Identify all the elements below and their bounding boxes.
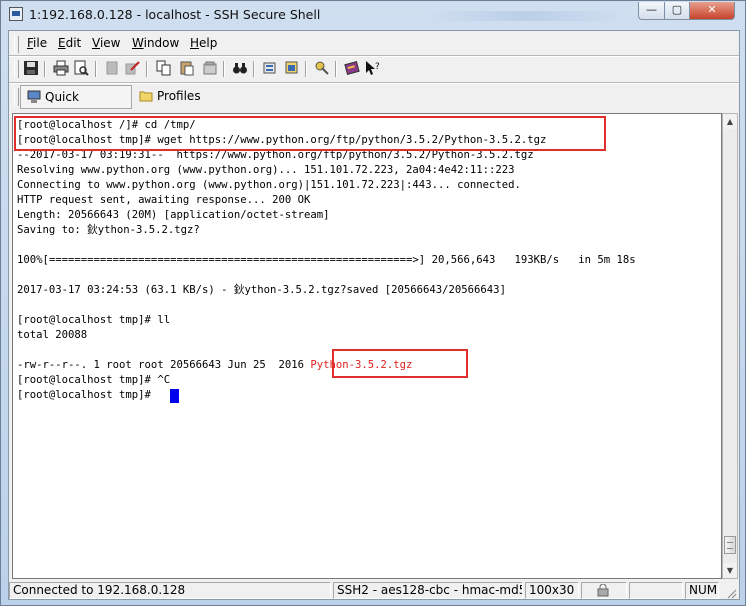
- quick-connect-button[interactable]: Quick Connect: [20, 85, 132, 126]
- profiles-button[interactable]: Profiles: [133, 85, 209, 109]
- ssh-window: 1:192.168.0.128 - localhost - SSH Secure…: [0, 0, 746, 606]
- paste-icon[interactable]: [178, 60, 196, 78]
- terminal-last-prompt: [root@localhost tmp]#: [17, 389, 158, 401]
- terminal-line: total 20088: [17, 329, 88, 341]
- transfer-lock-icon: [596, 583, 610, 598]
- settings-icon[interactable]: [261, 60, 279, 78]
- status-connection: Connected to 192.168.0.128: [9, 582, 331, 599]
- menu-view[interactable]: View: [92, 36, 120, 50]
- status-num: NUM: [685, 582, 719, 599]
- status-size: 100x30: [525, 582, 579, 599]
- toolbar-separator: [146, 61, 148, 77]
- terminal-line: 2017-03-17 03:24:53 (63.1 KB/s) - 鈥ython…: [17, 284, 506, 296]
- edit-disabled-icon[interactable]: [123, 60, 141, 78]
- menu-help[interactable]: Help: [190, 36, 217, 50]
- toolbar-separator: [223, 61, 225, 77]
- toolbar-separator: [305, 61, 307, 77]
- print-icon[interactable]: [52, 60, 70, 78]
- computer-icon: [27, 90, 41, 108]
- print-preview-icon[interactable]: [72, 60, 90, 78]
- paste-disabled-icon[interactable]: [103, 60, 121, 78]
- toolbar: ?: [9, 56, 739, 82]
- toolbar-separator: [95, 61, 97, 77]
- terminal-line: Connecting to www.python.org (www.python…: [17, 179, 521, 191]
- status-protocol: SSH2 - aes128-cbc - hmac-md5: [333, 582, 523, 599]
- quick-connect-bar: Quick Connect Profiles: [9, 83, 739, 126]
- title-blur-decoration: [426, 11, 626, 21]
- close-button[interactable]: ✕: [689, 2, 735, 20]
- terminal-line-ctrl-c: [root@localhost tmp]# ^C: [17, 374, 171, 386]
- highlight-box-filename: [332, 349, 468, 378]
- profiles-label: Profiles: [157, 89, 201, 103]
- clear-icon[interactable]: [201, 60, 219, 78]
- book-icon[interactable]: [343, 60, 361, 78]
- key-icon[interactable]: [313, 60, 331, 78]
- highlight-box-commands: [14, 116, 606, 151]
- resize-grip[interactable]: [721, 582, 737, 599]
- svg-text:?: ?: [375, 62, 380, 72]
- terminal-line: [root@localhost tmp]# ll: [17, 314, 171, 326]
- find-icon[interactable]: [231, 60, 249, 78]
- app-icon[interactable]: [9, 7, 23, 21]
- toolbar-separator: [253, 61, 255, 77]
- scroll-up-arrow[interactable]: ▲: [723, 114, 737, 129]
- folder-icon: [139, 89, 153, 107]
- quickbar-grip[interactable]: [14, 88, 19, 106]
- terminal-line: Saving to: 鈥ython-3.5.2.tgz?: [17, 224, 200, 236]
- help-pointer-icon[interactable]: ?: [364, 60, 382, 78]
- copy-icon[interactable]: [155, 60, 173, 78]
- vertical-scrollbar[interactable]: ▲ ▼: [722, 113, 738, 579]
- menubar-grip[interactable]: [14, 36, 19, 53]
- maximize-button[interactable]: ▢: [664, 2, 690, 20]
- toolbar-separator: [335, 61, 337, 77]
- window-title: 1:192.168.0.128 - localhost - SSH Secure…: [29, 7, 321, 22]
- menu-file[interactable]: File: [27, 36, 47, 50]
- scroll-thumb[interactable]: [724, 536, 736, 554]
- terminal-line: 100%[===================================…: [17, 254, 636, 266]
- status-lock-panel: [581, 582, 627, 599]
- menu-edit[interactable]: Edit: [58, 36, 81, 50]
- terminal-line: Resolving www.python.org (www.python.org…: [17, 164, 515, 176]
- status-bar: Connected to 192.168.0.128 SSH2 - aes128…: [9, 581, 739, 600]
- status-empty-panel: [629, 582, 683, 599]
- terminal-line: HTTP request sent, awaiting response... …: [17, 194, 311, 206]
- title-bar[interactable]: 1:192.168.0.128 - localhost - SSH Secure…: [1, 1, 745, 29]
- profiles-icon[interactable]: [283, 60, 301, 78]
- menu-bar: File Edit View Window Help: [9, 33, 739, 55]
- toolbar-separator: [44, 61, 46, 77]
- client-area: File Edit View Window Help ? Quick Profi…: [8, 30, 740, 600]
- scroll-down-arrow[interactable]: ▼: [723, 563, 737, 578]
- terminal-line: Length: 20566643 (20M) [application/octe…: [17, 209, 330, 221]
- minimize-button[interactable]: —: [638, 2, 665, 20]
- save-icon[interactable]: [22, 60, 40, 78]
- toolbar-grip[interactable]: [14, 60, 19, 78]
- terminal-cursor: [170, 389, 179, 403]
- terminal-area[interactable]: [root@localhost /]# cd /tmp/[root@localh…: [12, 113, 722, 579]
- menu-window[interactable]: Window: [132, 36, 179, 50]
